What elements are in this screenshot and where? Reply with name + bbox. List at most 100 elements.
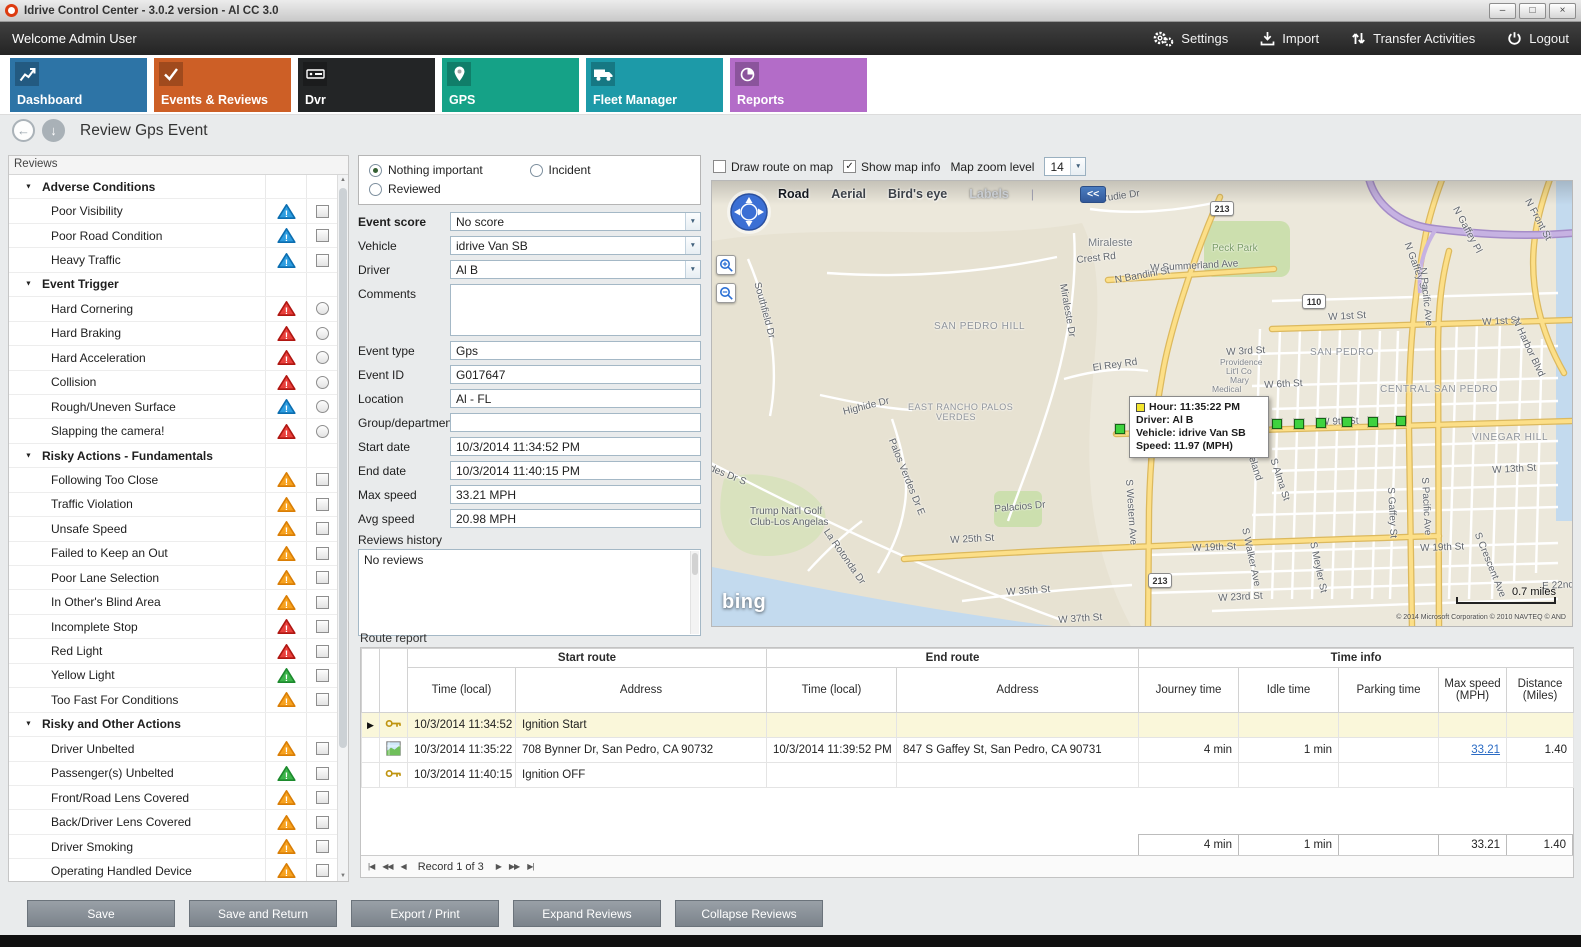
- review-checkbox[interactable]: [316, 473, 329, 486]
- review-item-poor-visibility[interactable]: Poor Visibility!: [9, 199, 337, 223]
- review-item-incomplete-stop[interactable]: Incomplete Stop!: [9, 615, 337, 639]
- draw-route-checkbox[interactable]: Draw route on map: [713, 160, 833, 174]
- review-item-operating-handled-device[interactable]: Operating Handled Device!: [9, 859, 337, 881]
- classification-option-reviewed[interactable]: Reviewed: [369, 182, 541, 196]
- review-checkbox[interactable]: [316, 596, 329, 609]
- field-avg-speed[interactable]: 20.98 MPH: [450, 509, 701, 528]
- review-checkbox[interactable]: [316, 498, 329, 511]
- zoom-in-button[interactable]: [716, 255, 736, 275]
- review-checkbox[interactable]: [316, 791, 329, 804]
- pager-next-page-button[interactable]: ▶▶: [509, 862, 519, 871]
- review-checkbox[interactable]: [316, 229, 329, 242]
- review-checkbox[interactable]: [316, 693, 329, 706]
- review-checkbox[interactable]: [316, 816, 329, 829]
- tab-events-reviews[interactable]: Events & Reviews: [154, 58, 291, 112]
- review-item-poor-road-condition[interactable]: Poor Road Condition!: [9, 224, 337, 248]
- review-checkbox[interactable]: [316, 669, 329, 682]
- review-group-risky-and-other-actions[interactable]: ▼Risky and Other Actions: [9, 713, 337, 737]
- history-scrollbar[interactable]: [690, 551, 699, 634]
- review-item-rough-uneven-surface[interactable]: Rough/Uneven Surface!: [9, 395, 337, 419]
- review-checkbox[interactable]: [316, 571, 329, 584]
- review-checkbox[interactable]: [316, 742, 329, 755]
- review-checkbox[interactable]: [316, 864, 329, 877]
- route-row[interactable]: 10/3/2014 11:35:22 PM708 Bynner Dr, San …: [362, 738, 1574, 763]
- zoom-out-button[interactable]: [716, 283, 736, 303]
- footer-button-save[interactable]: Save: [27, 900, 175, 927]
- map-collapse-button[interactable]: <<: [1080, 186, 1106, 203]
- review-item-traffic-violation[interactable]: Traffic Violation!: [9, 493, 337, 517]
- footer-button-save-and-return[interactable]: Save and Return: [189, 900, 337, 927]
- tab-dvr[interactable]: Dvr: [298, 58, 435, 112]
- review-item-in-other-s-blind-area[interactable]: In Other's Blind Area!: [9, 590, 337, 614]
- route-row[interactable]: 10/3/2014 11:40:15 PMIgnition OFF: [362, 763, 1574, 788]
- review-item-too-fast-for-conditions[interactable]: Too Fast For Conditions!: [9, 688, 337, 712]
- field-event-score[interactable]: No score▼: [450, 212, 701, 231]
- expand-arrow-icon[interactable]: ▼: [25, 721, 32, 728]
- reviews-scrollbar[interactable]: ▲ ▼: [337, 175, 348, 881]
- review-checkbox[interactable]: [316, 840, 329, 853]
- review-checkbox[interactable]: [316, 522, 329, 535]
- review-item-slapping-the-camera[interactable]: Slapping the camera!!: [9, 419, 337, 443]
- map-view-aerial[interactable]: Aerial: [831, 187, 866, 201]
- footer-button-export-print[interactable]: Export / Print: [351, 900, 499, 927]
- expand-arrow-icon[interactable]: ▼: [25, 452, 32, 459]
- field-group-department[interactable]: [450, 413, 701, 432]
- review-item-failed-to-keep-an-out[interactable]: Failed to Keep an Out!: [9, 542, 337, 566]
- scroll-down-icon[interactable]: ▼: [338, 873, 348, 879]
- footer-button-expand-reviews[interactable]: Expand Reviews: [513, 900, 661, 927]
- field-comments[interactable]: [450, 284, 701, 336]
- field-vehicle[interactable]: idrive Van SB▼: [450, 236, 701, 255]
- review-item-red-light[interactable]: Red Light!: [9, 639, 337, 663]
- scroll-up-icon[interactable]: ▲: [338, 177, 348, 183]
- scroll-down-button[interactable]: ↓: [42, 119, 65, 142]
- field-end-date[interactable]: 10/3/2014 11:40:15 PM: [450, 461, 701, 480]
- field-max-speed[interactable]: 33.21 MPH: [450, 485, 701, 504]
- review-group-risky-actions-fundamentals[interactable]: ▼Risky Actions - Fundamentals: [9, 444, 337, 468]
- review-item-yellow-light[interactable]: Yellow Light!: [9, 664, 337, 688]
- review-checkbox[interactable]: [316, 547, 329, 560]
- footer-button-collapse-reviews[interactable]: Collapse Reviews: [675, 900, 823, 927]
- review-item-driver-unbelted[interactable]: Driver Unbelted!: [9, 737, 337, 761]
- map-view-road[interactable]: Road: [778, 187, 809, 201]
- review-item-hard-cornering[interactable]: Hard Cornering!: [9, 297, 337, 321]
- route-row[interactable]: ▶10/3/2014 11:34:52 PMIgnition Start: [362, 713, 1574, 738]
- review-item-unsafe-speed[interactable]: Unsafe Speed!: [9, 517, 337, 541]
- tab-fleet-manager[interactable]: Fleet Manager: [586, 58, 723, 112]
- review-item-back-driver-lens-covered[interactable]: Back/Driver Lens Covered!: [9, 810, 337, 834]
- review-radio[interactable]: [316, 400, 329, 413]
- topbar-action-logout[interactable]: Logout: [1507, 31, 1569, 46]
- review-radio[interactable]: [316, 302, 329, 315]
- field-event-type[interactable]: Gps: [450, 341, 701, 360]
- review-item-hard-acceleration[interactable]: Hard Acceleration!: [9, 346, 337, 370]
- expand-arrow-icon[interactable]: ▼: [25, 281, 32, 288]
- max-speed-link[interactable]: 33.21: [1471, 744, 1500, 756]
- review-checkbox[interactable]: [316, 205, 329, 218]
- classification-option-nothing-important[interactable]: Nothing important: [369, 163, 530, 177]
- pager-prev-button[interactable]: ◀: [401, 862, 406, 871]
- review-item-collision[interactable]: Collision!: [9, 371, 337, 395]
- map-zoom-select[interactable]: 14▼: [1044, 157, 1086, 176]
- maximize-button[interactable]: □: [1519, 3, 1546, 19]
- review-checkbox[interactable]: [316, 767, 329, 780]
- review-item-driver-smoking[interactable]: Driver Smoking!: [9, 835, 337, 859]
- topbar-action-import[interactable]: Import: [1260, 31, 1319, 46]
- review-checkbox[interactable]: [316, 620, 329, 633]
- expand-arrow-icon[interactable]: ▼: [25, 183, 32, 190]
- review-item-following-too-close[interactable]: Following Too Close!: [9, 468, 337, 492]
- tab-reports[interactable]: Reports: [730, 58, 867, 112]
- map-view-labels[interactable]: Labels: [969, 187, 1009, 201]
- review-group-adverse-conditions[interactable]: ▼Adverse Conditions: [9, 175, 337, 199]
- review-radio[interactable]: [316, 376, 329, 389]
- back-button[interactable]: ←: [12, 119, 35, 142]
- reviews-history-box[interactable]: No reviews: [358, 549, 701, 636]
- map[interactable]: Trudie Dr213N Front StN Gaffey PlPeck Pa…: [711, 180, 1573, 627]
- review-radio[interactable]: [316, 327, 329, 340]
- review-checkbox[interactable]: [316, 254, 329, 267]
- topbar-action-settings[interactable]: Settings: [1152, 30, 1228, 47]
- map-view-bird-s-eye[interactable]: Bird's eye: [888, 187, 947, 201]
- tab-dashboard[interactable]: Dashboard: [10, 58, 147, 112]
- review-item-front-road-lens-covered[interactable]: Front/Road Lens Covered!: [9, 786, 337, 810]
- pager-next-button[interactable]: ▶: [496, 862, 501, 871]
- close-button[interactable]: ×: [1549, 3, 1576, 19]
- pager-first-button[interactable]: |◀: [368, 862, 374, 871]
